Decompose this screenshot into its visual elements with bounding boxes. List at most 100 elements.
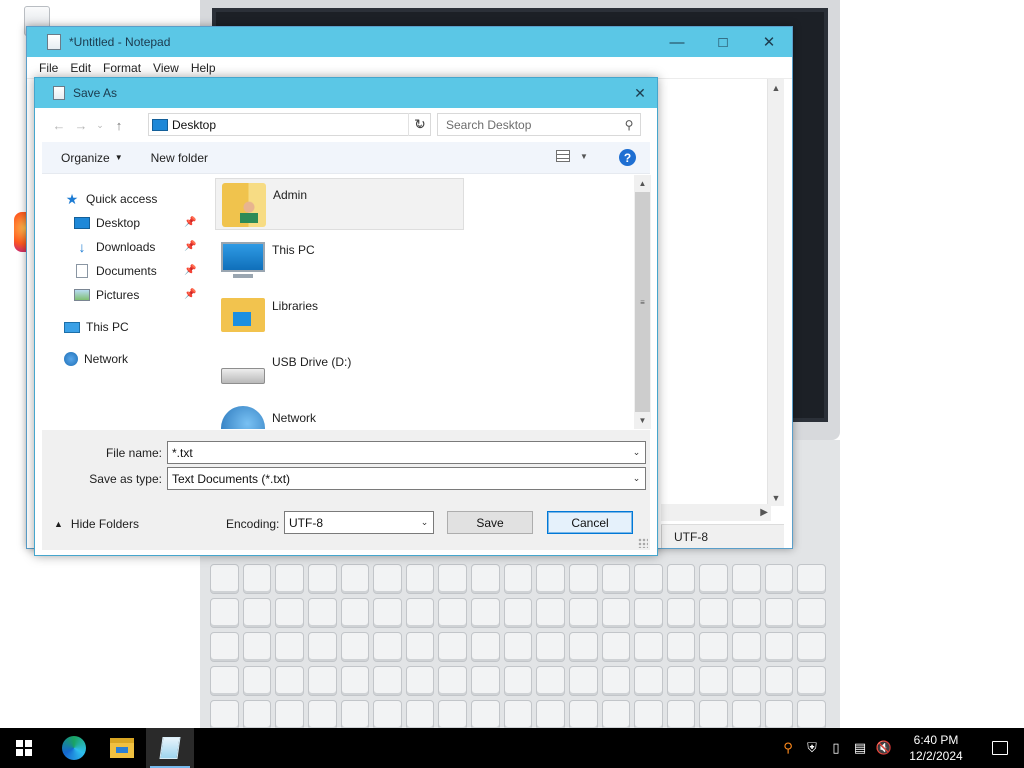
menu-help[interactable]: Help [185, 61, 222, 75]
menu-edit[interactable]: Edit [64, 61, 97, 75]
back-arrow-icon[interactable]: ← [48, 118, 70, 133]
pin-icon[interactable]: 📌 [184, 289, 196, 300]
change-view-button[interactable]: ▼ [556, 150, 588, 162]
security-shield-icon[interactable]: ⛨ [800, 728, 824, 768]
search-icon[interactable]: ⚲ [618, 118, 640, 132]
view-caret-icon[interactable]: ▼ [580, 152, 588, 161]
dialog-icon [53, 86, 65, 100]
wallpaper-key [666, 598, 696, 628]
notification-center-button[interactable] [976, 728, 1024, 768]
clock[interactable]: 6:40 PM 12/2/2024 [896, 732, 976, 764]
forward-arrow-icon[interactable]: → [70, 118, 92, 133]
file-item-usb-drive[interactable]: USB Drive (D:) [215, 346, 464, 398]
search-box[interactable]: ⚲ [437, 113, 641, 136]
scroll-up-icon[interactable]: ▲ [634, 175, 651, 192]
cancel-button[interactable]: Cancel [547, 511, 633, 534]
encoding-select[interactable]: UTF-8 ⌄ [284, 511, 434, 534]
wallpaper-key [732, 666, 761, 696]
scroll-right-icon[interactable]: ▶ [760, 507, 768, 518]
battery-icon[interactable]: ▯ [824, 728, 848, 768]
close-button[interactable]: ✕ [746, 27, 792, 57]
wallpaper-key [666, 564, 696, 594]
notepad-horizontal-scrollbar[interactable]: ▶ [661, 504, 771, 521]
file-list-scrollbar[interactable]: ▲ ≡ ▼ [634, 175, 651, 429]
recent-locations-chevron-icon[interactable]: ⌄ [92, 120, 108, 131]
wallpaper-key [764, 666, 794, 696]
wallpaper-key [601, 700, 631, 728]
scroll-up-icon[interactable]: ▲ [768, 79, 784, 96]
minimize-button[interactable]: — [654, 27, 700, 57]
notepad-menubar: File Edit Format View Help [27, 57, 792, 79]
notepad-titlebar[interactable]: *Untitled - Notepad — □ ✕ [27, 27, 792, 57]
wallpaper-key [536, 632, 565, 662]
wallpaper-key [797, 700, 826, 728]
refresh-icon[interactable]: ↻ [408, 113, 431, 136]
wallpaper-keyboard [206, 560, 830, 728]
dialog-close-button[interactable]: ✕ [623, 78, 657, 108]
wallpaper-key [764, 700, 794, 728]
taskbar-file-explorer[interactable] [98, 728, 146, 768]
wallpaper-key [797, 632, 826, 662]
file-item-this-pc[interactable]: This PC [215, 234, 464, 286]
menu-file[interactable]: File [33, 61, 64, 75]
chevron-down-icon[interactable]: ⌄ [628, 473, 645, 484]
taskbar-edge[interactable] [50, 728, 98, 768]
menu-format[interactable]: Format [97, 61, 147, 75]
wallpaper-key [307, 632, 337, 662]
nav-pictures[interactable]: Pictures [74, 285, 139, 305]
chevron-down-icon[interactable]: ⌄ [416, 517, 433, 528]
maximize-button[interactable]: □ [700, 27, 746, 57]
wallpaper-key [568, 564, 598, 594]
pin-icon[interactable]: 📌 [184, 241, 196, 252]
file-name-field[interactable]: *.txt ⌄ [167, 441, 646, 464]
taskbar-notepad[interactable] [146, 728, 194, 768]
up-arrow-icon[interactable]: ↑ [108, 118, 130, 133]
search-icon[interactable]: ⚲ [776, 728, 800, 768]
navigation-pane: ★ Quick access Desktop 📌 ↓ Downloads 📌 D… [42, 175, 207, 429]
wallpaper-key [666, 700, 696, 728]
wallpaper-key [797, 598, 826, 628]
network-status-icon[interactable]: ▤ [848, 728, 872, 768]
file-item-network[interactable]: Network [215, 402, 464, 429]
wallpaper-key [405, 632, 435, 662]
address-bar[interactable]: Desktop ⌄ [148, 113, 431, 136]
file-name-value[interactable]: *.txt [168, 446, 628, 460]
wallpaper-key [242, 666, 272, 696]
resize-grip[interactable] [638, 538, 648, 548]
scroll-down-icon[interactable]: ▼ [634, 412, 651, 429]
search-input[interactable] [446, 117, 618, 132]
nav-quick-access[interactable]: ★ Quick access [64, 189, 158, 209]
scrollbar-thumb[interactable]: ≡ [635, 192, 650, 412]
volume-muted-icon[interactable]: 🔇 [872, 728, 896, 768]
nav-desktop[interactable]: Desktop [74, 213, 140, 233]
nav-network[interactable]: Network [64, 349, 128, 369]
wallpaper-key [732, 700, 761, 728]
windows-logo-icon [16, 740, 32, 756]
file-item-libraries[interactable]: Libraries [215, 290, 464, 342]
notepad-vertical-scrollbar[interactable]: ▲ ▼ [767, 79, 784, 506]
pin-icon[interactable]: 📌 [184, 265, 196, 276]
save-type-value: Text Documents (*.txt) [172, 471, 291, 486]
save-button[interactable]: Save [447, 511, 533, 534]
chevron-down-icon[interactable]: ⌄ [628, 447, 645, 458]
pin-icon[interactable]: 📌 [184, 217, 196, 228]
file-list: Admin This PC Libraries USB Drive (D:) N… [212, 175, 634, 429]
nav-documents[interactable]: Documents [74, 261, 157, 281]
nav-downloads[interactable]: ↓ Downloads [74, 237, 156, 257]
organize-button[interactable]: Organize ▼ [55, 151, 129, 165]
dialog-title: Save As [73, 86, 118, 100]
new-folder-button[interactable]: New folder [145, 151, 214, 165]
wallpaper-key [405, 700, 435, 728]
nav-this-pc[interactable]: This PC [64, 317, 129, 337]
save-type-select[interactable]: Text Documents (*.txt) ⌄ [167, 467, 646, 490]
start-button[interactable] [0, 728, 48, 768]
wallpaper-key [471, 666, 500, 696]
file-item-admin[interactable]: Admin [215, 178, 464, 230]
dialog-titlebar[interactable]: Save As ✕ [35, 78, 657, 108]
help-button[interactable]: ? [619, 149, 636, 166]
hide-folders-button[interactable]: ▲ Hide Folders [54, 517, 139, 531]
menu-view[interactable]: View [147, 61, 185, 75]
wallpaper-key [503, 666, 533, 696]
wallpaper-key [634, 564, 663, 594]
wallpaper-key [340, 598, 370, 628]
